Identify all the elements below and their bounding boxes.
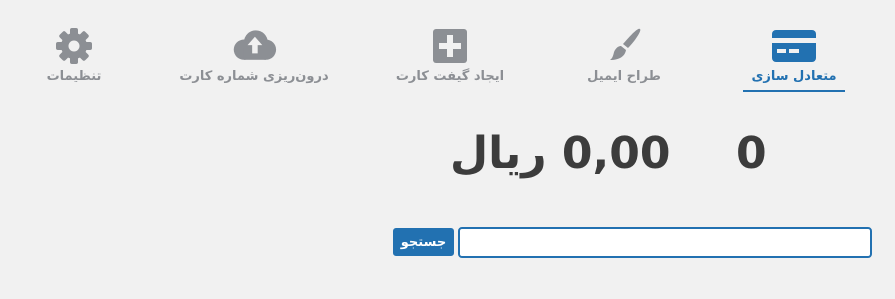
paintbrush-icon [601, 26, 647, 66]
tab-settings-label: تنظیمات [46, 69, 102, 84]
tab-email-designer[interactable]: طراح ایمیل [584, 26, 664, 86]
tab-import-label: درون‌ریزی شماره کارت [179, 69, 329, 84]
tab-balance-label: متعادل سازی [743, 68, 845, 92]
tab-create-label: ایجاد گیفت کارت [395, 69, 505, 84]
search-button[interactable]: جستجو [393, 228, 454, 256]
tab-settings[interactable]: تنظیمات [44, 26, 104, 86]
tab-import-card-numbers[interactable]: درون‌ریزی شماره کارت [179, 26, 329, 86]
tab-balance[interactable]: متعادل سازی [743, 26, 845, 92]
tab-navigation: متعادل سازی طراح ایمیل ایجاد گیفت کارت د… [0, 0, 895, 100]
gift-card-count: 0 [736, 128, 767, 179]
search-input[interactable] [458, 227, 872, 258]
total-balance-amount: 0,00 ریال [450, 128, 671, 179]
gear-icon [51, 26, 97, 66]
cloud-upload-icon [231, 26, 277, 66]
plus-square-icon [427, 26, 473, 66]
credit-card-icon [771, 26, 817, 66]
tab-email-label: طراح ایمیل [587, 69, 661, 84]
tab-create-gift-card[interactable]: ایجاد گیفت کارت [392, 26, 508, 86]
